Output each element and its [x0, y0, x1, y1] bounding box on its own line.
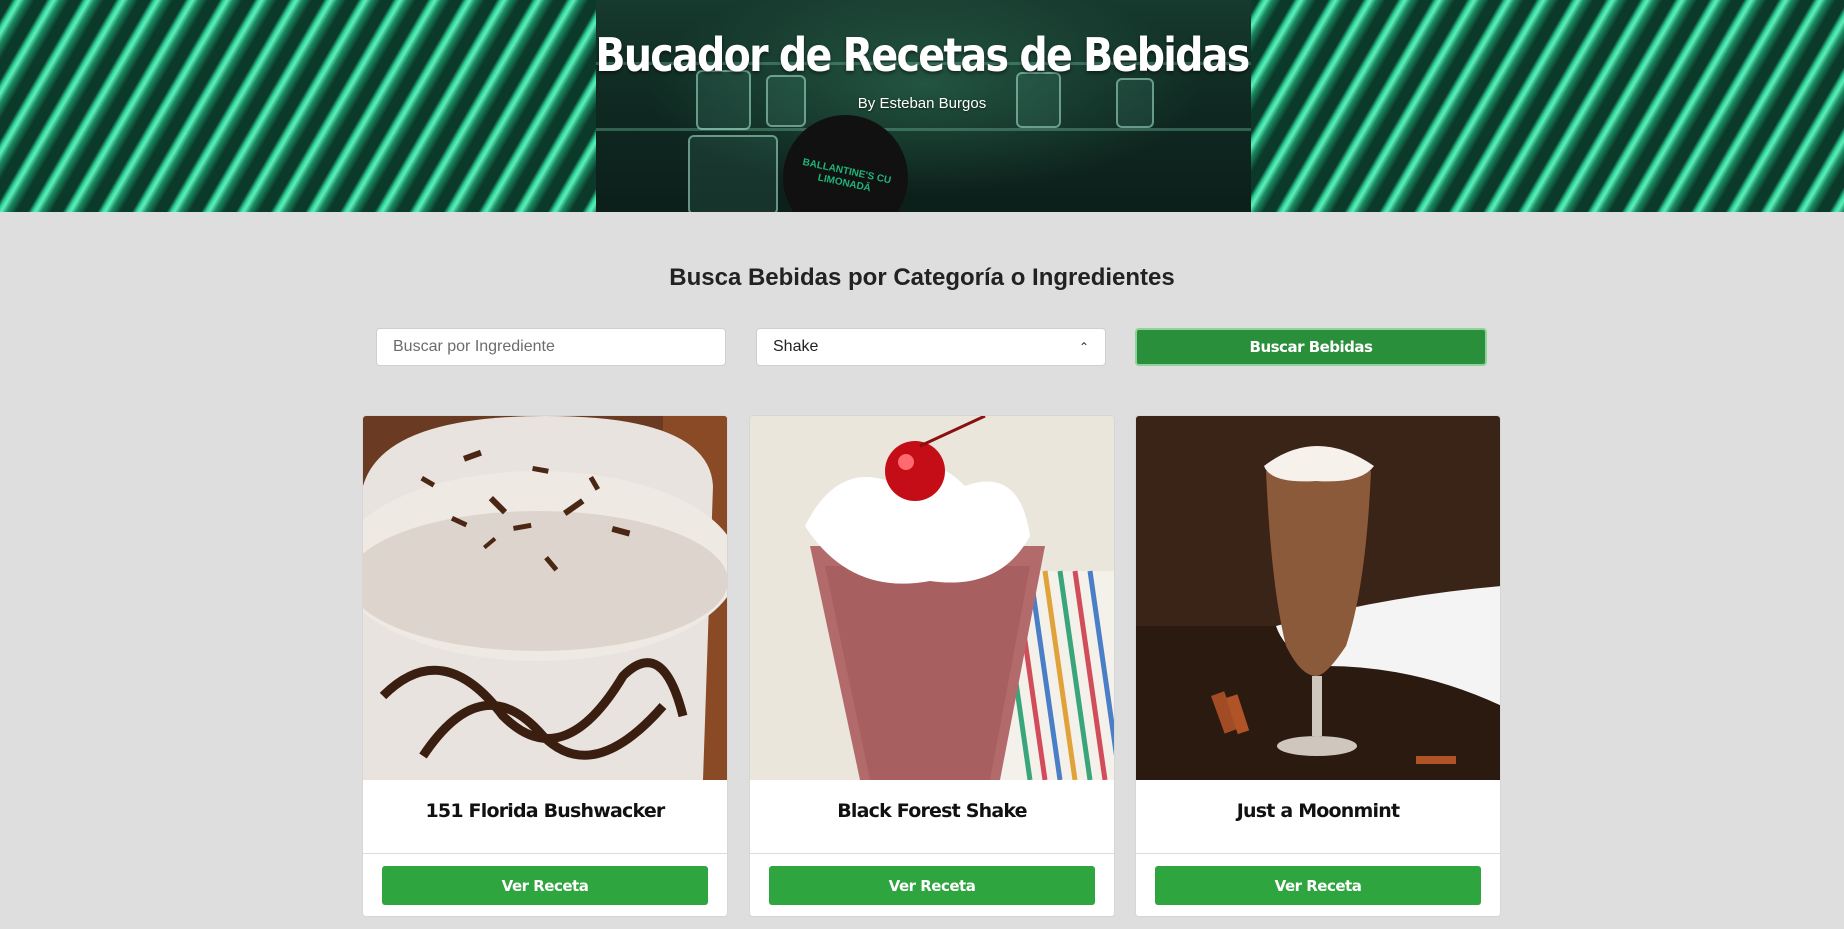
drink-image — [1136, 416, 1500, 780]
search-drinks-button[interactable]: Buscar Bebidas — [1135, 328, 1487, 366]
page-subtitle: By Esteban Burgos — [857, 95, 987, 112]
drink-image — [363, 416, 727, 780]
view-recipe-label: Ver Receta — [888, 876, 976, 895]
hero-banner: BALLANTINE'S CU LIMONADĂ Bucador de Rece… — [0, 0, 1844, 212]
shelf-line — [596, 128, 1251, 131]
card-footer: Ver Receta — [1136, 853, 1500, 916]
drink-name: Just a Moonmint — [1236, 800, 1400, 822]
chocolate-milkshake-photo — [363, 416, 727, 780]
cherry-shake-photo — [750, 416, 1114, 780]
category-select[interactable]: Shake ⌃ — [756, 328, 1106, 366]
card-footer: Ver Receta — [363, 853, 727, 916]
drink-image — [750, 416, 1114, 780]
view-recipe-button[interactable]: Ver Receta — [769, 866, 1095, 905]
ingredient-search-input[interactable] — [376, 328, 726, 366]
category-selected-value: Shake — [773, 338, 819, 355]
drink-card: Just a Moonmint Ver Receta — [1135, 415, 1501, 917]
page-title: Bucador de Recetas de Bebidas — [595, 28, 1250, 82]
search-drinks-button-label: Buscar Bebidas — [1249, 338, 1373, 356]
drink-name: Black Forest Shake — [837, 800, 1027, 822]
chevron-down-icon: ⌃ — [1078, 340, 1089, 354]
view-recipe-button[interactable]: Ver Receta — [1155, 866, 1481, 905]
view-recipe-label: Ver Receta — [1274, 876, 1362, 895]
card-footer: Ver Receta — [750, 853, 1114, 916]
view-recipe-label: Ver Receta — [501, 876, 589, 895]
drink-card: Black Forest Shake Ver Receta — [749, 415, 1115, 917]
moonmint-glass-photo — [1136, 416, 1500, 780]
view-recipe-button[interactable]: Ver Receta — [382, 866, 708, 905]
glass-bottle — [688, 135, 778, 212]
drink-card: 151 Florida Bushwacker Ver Receta — [362, 415, 728, 917]
search-heading: Busca Bebidas por Categoría o Ingredient… — [669, 264, 1175, 291]
drink-name: 151 Florida Bushwacker — [425, 800, 665, 822]
